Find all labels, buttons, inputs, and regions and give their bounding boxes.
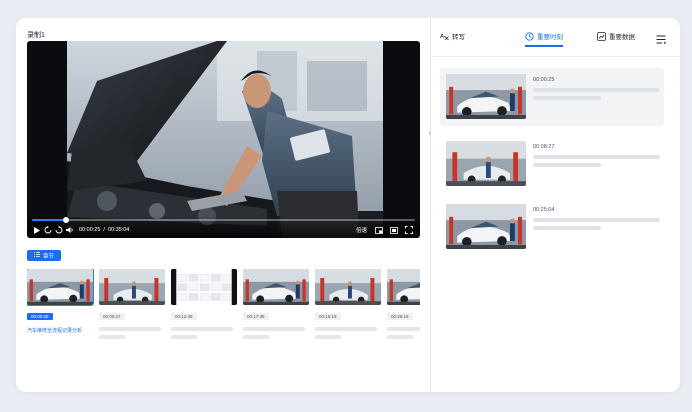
tab-transcript-label: 转写: [452, 34, 465, 41]
chapter-placeholder-line: [387, 327, 420, 331]
progress-bar[interactable]: [32, 217, 415, 223]
chapter-item[interactable]: 00:00:27: [99, 269, 165, 339]
transcript-icon: A: [440, 32, 449, 41]
chapter-timestamp: 00:00:27: [99, 313, 125, 320]
chapter-thumbnail[interactable]: [99, 269, 165, 305]
forward-icon[interactable]: [54, 226, 63, 235]
chapter-placeholder-line: [171, 335, 197, 339]
chapter-thumbnail[interactable]: [171, 269, 237, 305]
chapter-item[interactable]: 00:26:15: [387, 269, 420, 339]
tab-transcript[interactable]: A 转写: [440, 31, 465, 42]
collapse-handle-icon[interactable]: ‹: [427, 128, 433, 138]
chapter-placeholder-line: [315, 335, 341, 339]
key-moment-timestamp: 00:00:25: [533, 77, 555, 83]
svg-text:A: A: [440, 33, 445, 40]
main-card: 录制1 00:00:25 / 00:35:04 倍速 章节 00:00:25 汽…: [16, 18, 680, 392]
key-moment-placeholder-line: [533, 88, 660, 92]
key-moment-placeholder-line: [533, 163, 601, 167]
progress-fill: [32, 219, 67, 221]
tab-bar-border: [431, 56, 680, 57]
video-frame: [67, 41, 383, 238]
chapter-placeholder-line: [171, 327, 233, 331]
key-moment-item[interactable]: 00:08:27: [440, 135, 664, 193]
active-tab-indicator: [525, 45, 563, 47]
key-moment-thumbnail[interactable]: [446, 141, 526, 186]
chapter-placeholder-line: [315, 327, 377, 331]
chapter-strip: 00:00:25 汽车维修全流程记录分析 00:00:27 00:12:45 00:…: [27, 269, 420, 349]
theater-mode-icon[interactable]: [389, 226, 398, 235]
chapter-placeholder-line: [99, 335, 125, 339]
chapter-item[interactable]: 00:12:45: [171, 269, 237, 339]
chart-icon: [597, 31, 606, 41]
key-moment-timestamp: 00:25:04: [533, 207, 555, 213]
fullscreen-icon[interactable]: [404, 226, 413, 235]
chapter-item[interactable]: 00:17:35: [243, 269, 309, 339]
chapter-timestamp: 00:15:15: [315, 313, 341, 320]
current-time: 00:00:25: [79, 227, 101, 233]
time-separator: /: [103, 227, 105, 233]
chapter-placeholder-line: [99, 327, 161, 331]
chapters-button-label: 章节: [42, 253, 54, 260]
menu-icon[interactable]: [656, 31, 667, 45]
chapter-timestamp: 00:00:25: [27, 313, 53, 320]
key-moment-thumbnail[interactable]: [446, 204, 526, 249]
recording-title: 录制1: [27, 32, 45, 39]
key-moment-placeholder-line: [533, 155, 660, 159]
chapter-item[interactable]: 00:15:15: [315, 269, 381, 339]
chapter-caption[interactable]: 汽车维修全流程记录分析: [27, 327, 87, 335]
chapter-timestamp: 00:26:15: [387, 313, 413, 320]
tab-key-data[interactable]: 重要数据: [597, 31, 635, 41]
chapter-thumbnail[interactable]: [387, 269, 420, 305]
chapter-placeholder-line: [243, 327, 305, 331]
tab-bar: A 转写 重要时刻 重要数据: [431, 18, 680, 56]
duration: 00:35:04: [107, 227, 130, 233]
play-icon[interactable]: [32, 226, 41, 235]
panel-divider: [430, 18, 431, 392]
video-player[interactable]: 00:00:25 / 00:35:04 倍速: [27, 41, 420, 238]
player-controls: 00:00:25 / 00:35:04 倍速: [27, 216, 420, 238]
chapter-timestamp: 00:12:45: [171, 313, 197, 320]
speed-button[interactable]: 倍速: [356, 226, 367, 234]
key-moment-item[interactable]: 00:00:25: [440, 68, 664, 126]
chapter-thumbnail[interactable]: [27, 269, 95, 307]
chapter-timestamp: 00:17:35: [243, 313, 269, 320]
chapter-placeholder-line: [387, 335, 413, 339]
rewind-icon[interactable]: [43, 226, 52, 235]
tab-key-data-label: 重要数据: [609, 34, 635, 41]
picture-in-picture-icon[interactable]: [374, 226, 383, 235]
chapter-thumbnail[interactable]: [243, 269, 309, 305]
chapter-item[interactable]: 00:00:25 汽车维修全流程记录分析: [27, 269, 95, 335]
chapters-button[interactable]: 章节: [27, 250, 61, 261]
key-moment-placeholder-line: [533, 226, 601, 230]
chapter-thumbnail[interactable]: [315, 269, 381, 305]
key-moment-placeholder-line: [533, 96, 601, 100]
key-moment-icon: [525, 31, 534, 41]
tab-key-moments-label: 重要时刻: [537, 34, 563, 41]
key-moment-thumbnail[interactable]: [446, 74, 526, 119]
chapter-placeholder-line: [243, 335, 269, 339]
tab-key-moments[interactable]: 重要时刻: [525, 31, 563, 41]
key-moment-item[interactable]: 00:25:04: [440, 198, 664, 256]
volume-icon[interactable]: [65, 226, 74, 235]
list-icon: [33, 252, 40, 259]
progress-handle[interactable]: [63, 217, 70, 223]
key-moment-placeholder-line: [533, 218, 660, 222]
key-moment-timestamp: 00:08:27: [533, 144, 555, 150]
